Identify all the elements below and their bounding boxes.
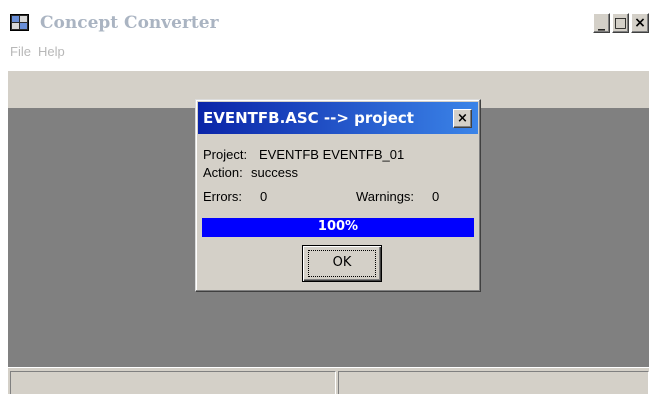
project-value: EVENTFB EVENTFB_01 xyxy=(259,147,405,162)
status-pane-left xyxy=(10,371,336,394)
concept-app-icon xyxy=(10,14,29,31)
window-title: Concept Converter xyxy=(40,13,219,33)
close-window-button[interactable]: × xyxy=(631,13,649,33)
maximize-icon: □ xyxy=(613,15,628,31)
close-icon: × xyxy=(634,15,646,31)
action-label: Action: xyxy=(203,165,243,180)
menu-file[interactable]: File xyxy=(10,44,31,59)
dialog-close-button[interactable]: × xyxy=(453,109,472,128)
focus-rectangle xyxy=(308,250,376,277)
minimize-icon: _ xyxy=(598,15,605,31)
warnings-value: 0 xyxy=(432,189,440,204)
minimize-button[interactable]: _ xyxy=(593,13,610,33)
menu-help[interactable]: Help xyxy=(38,44,65,59)
progress-percent: 100% xyxy=(317,219,359,234)
menu-bar xyxy=(8,37,649,70)
errors-value: 0 xyxy=(260,189,268,204)
action-value: success xyxy=(251,165,298,180)
maximize-button[interactable]: □ xyxy=(612,13,629,33)
warnings-label: Warnings: xyxy=(356,189,415,204)
dialog-title: EVENTFB.ASC --> project xyxy=(203,109,414,127)
ok-button[interactable]: OK xyxy=(302,245,382,282)
project-label: Project: xyxy=(203,147,248,162)
errors-label: Errors: xyxy=(203,189,242,204)
status-pane-right xyxy=(338,371,649,394)
close-icon: × xyxy=(457,111,468,126)
